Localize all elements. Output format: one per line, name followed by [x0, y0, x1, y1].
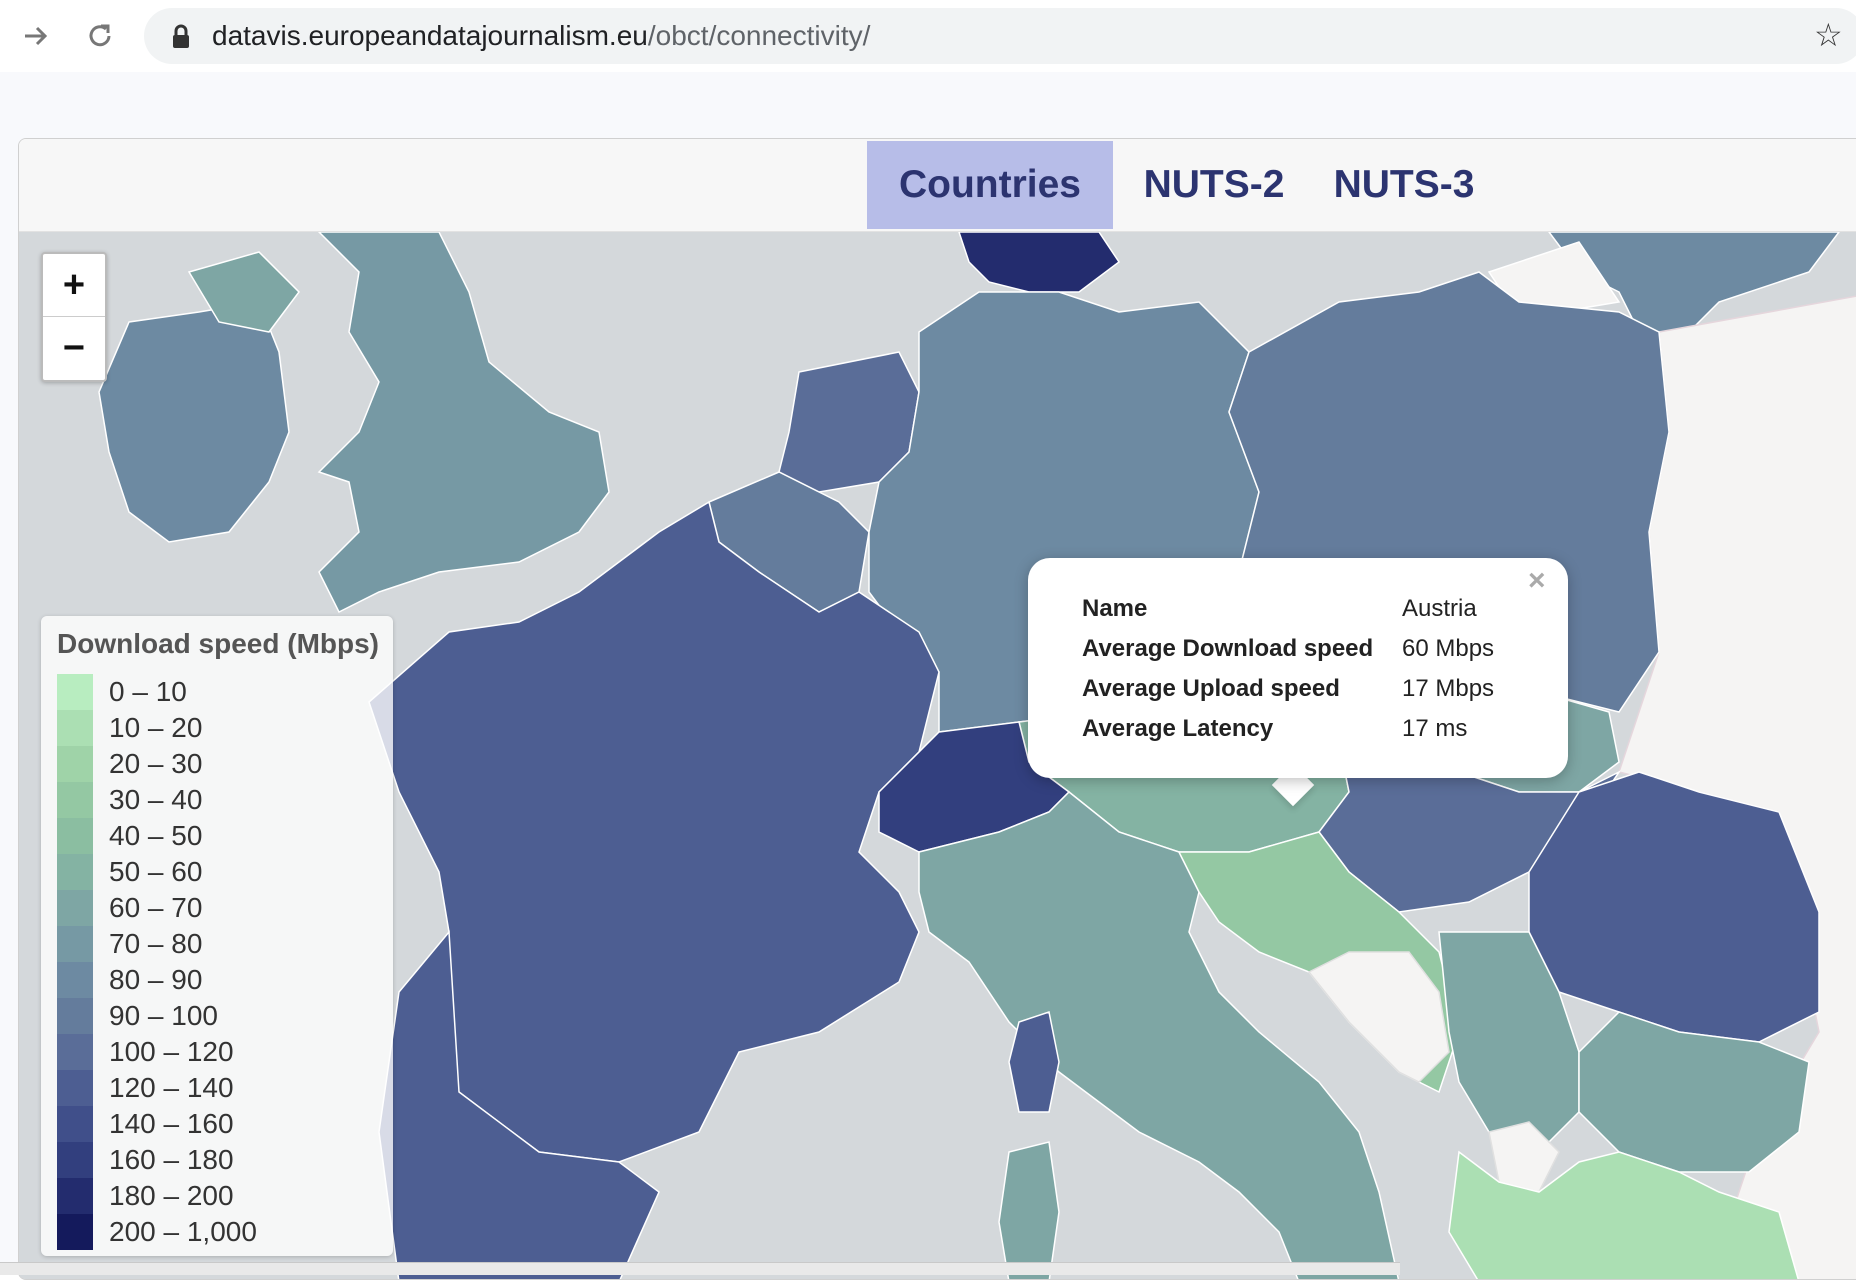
- reload-icon[interactable]: [78, 14, 122, 58]
- legend-label: 70 – 80: [109, 928, 203, 959]
- popup-value: 60 Mbps: [1402, 635, 1495, 662]
- zoom-control: + −: [41, 252, 107, 382]
- legend-item: 10 – 20: [57, 710, 377, 746]
- popup-value: Austria: [1402, 595, 1477, 622]
- popup-key: Average Upload speed: [1082, 675, 1340, 702]
- legend-swatch: [57, 1214, 93, 1250]
- popup-key: Average Download speed: [1082, 635, 1374, 662]
- popup-key: Average Latency: [1082, 715, 1274, 742]
- zoom-out-button[interactable]: −: [43, 317, 105, 379]
- legend-label: 120 – 140: [109, 1072, 234, 1103]
- popup-value: 17 Mbps: [1402, 675, 1495, 702]
- legend-item: 160 – 180: [57, 1142, 377, 1178]
- legend-label: 200 – 1,000: [109, 1216, 257, 1247]
- zoom-in-button[interactable]: +: [43, 254, 105, 317]
- legend-label: 90 – 100: [109, 1000, 218, 1031]
- legend-swatch: [57, 1070, 93, 1106]
- legend-item: 40 – 50: [57, 818, 377, 854]
- popup-key: Name: [1082, 595, 1148, 622]
- legend-label: 40 – 50: [109, 820, 203, 851]
- popup-value: 17 ms: [1402, 715, 1468, 742]
- legend-item: 180 – 200: [57, 1178, 377, 1214]
- tab-nuts-2[interactable]: NUTS-2: [1129, 141, 1299, 229]
- legend-label: 30 – 40: [109, 784, 203, 815]
- legend-label: 20 – 30: [109, 748, 203, 779]
- legend-label: 10 – 20: [109, 712, 203, 743]
- legend-label: 0 – 10: [109, 676, 187, 707]
- url-text: datavis.europeandatajournalism.eu/obct/c…: [212, 16, 870, 56]
- legend-label: 140 – 160: [109, 1108, 234, 1139]
- legend-label: 160 – 180: [109, 1144, 234, 1175]
- close-icon[interactable]: ×: [1528, 564, 1546, 598]
- forward-icon[interactable]: [14, 14, 58, 58]
- legend-swatch: [57, 746, 93, 782]
- legend-item: 50 – 60: [57, 854, 377, 890]
- legend-swatch: [57, 1106, 93, 1142]
- map-legend: Download speed (Mbps) 0 – 10 10 – 20 20 – …: [41, 616, 393, 1256]
- legend-label: 50 – 60: [109, 856, 203, 887]
- legend-swatch: [57, 1178, 93, 1214]
- legend-swatch: [57, 818, 93, 854]
- legend-swatch: [57, 890, 93, 926]
- level-tabs: Countries NUTS-2 NUTS-3: [19, 139, 1856, 232]
- legend-label: 80 – 90: [109, 964, 203, 995]
- legend-item: 200 – 1,000: [57, 1214, 377, 1250]
- legend-item: 80 – 90: [57, 962, 377, 998]
- legend-swatch: [57, 1142, 93, 1178]
- legend-item: 30 – 40: [57, 782, 377, 818]
- bookmark-star-icon[interactable]: ☆: [1814, 16, 1843, 54]
- tab-nuts-3[interactable]: NUTS-3: [1319, 141, 1489, 229]
- legend-swatch: [57, 782, 93, 818]
- legend-item: 140 – 160: [57, 1106, 377, 1142]
- legend-item: 20 – 30: [57, 746, 377, 782]
- legend-label: 60 – 70: [109, 892, 203, 923]
- legend-swatch: [57, 926, 93, 962]
- island-sardinia[interactable]: [998, 1141, 1060, 1280]
- legend-label: 180 – 200: [109, 1180, 234, 1211]
- url-host: datavis.europeandatajournalism.eu: [212, 20, 648, 51]
- legend-item: 60 – 70: [57, 890, 377, 926]
- choropleth-map[interactable]: + − Download speed (Mbps) 0 – 10 10 – 20 2…: [19, 232, 1856, 1280]
- map-panel: Countries NUTS-2 NUTS-3 + − Download spe…: [18, 138, 1856, 1280]
- lock-icon: [170, 24, 192, 55]
- legend-swatch: [57, 710, 93, 746]
- legend-swatch: [57, 998, 93, 1034]
- legend-swatch: [57, 854, 93, 890]
- legend-swatch: [57, 674, 93, 710]
- legend-label: 100 – 120: [109, 1036, 234, 1067]
- legend-swatch: [57, 1034, 93, 1070]
- legend-item: 90 – 100: [57, 998, 377, 1034]
- info-popup: × Name Austria Average Download speed 60 M…: [1028, 558, 1568, 778]
- legend-title: Download speed (Mbps): [57, 628, 379, 659]
- legend-item: 100 – 120: [57, 1034, 377, 1070]
- legend-item: 70 – 80: [57, 926, 377, 962]
- url-path: /obct/connectivity/: [647, 20, 871, 51]
- browser-toolbar: datavis.europeandatajournalism.eu/obct/c…: [0, 0, 1856, 73]
- legend-swatch: [57, 962, 93, 998]
- horizontal-scrollbar[interactable]: [0, 1262, 1400, 1275]
- legend-item: 120 – 140: [57, 1070, 377, 1106]
- tab-countries[interactable]: Countries: [867, 141, 1113, 229]
- legend-item: 0 – 10: [57, 674, 377, 710]
